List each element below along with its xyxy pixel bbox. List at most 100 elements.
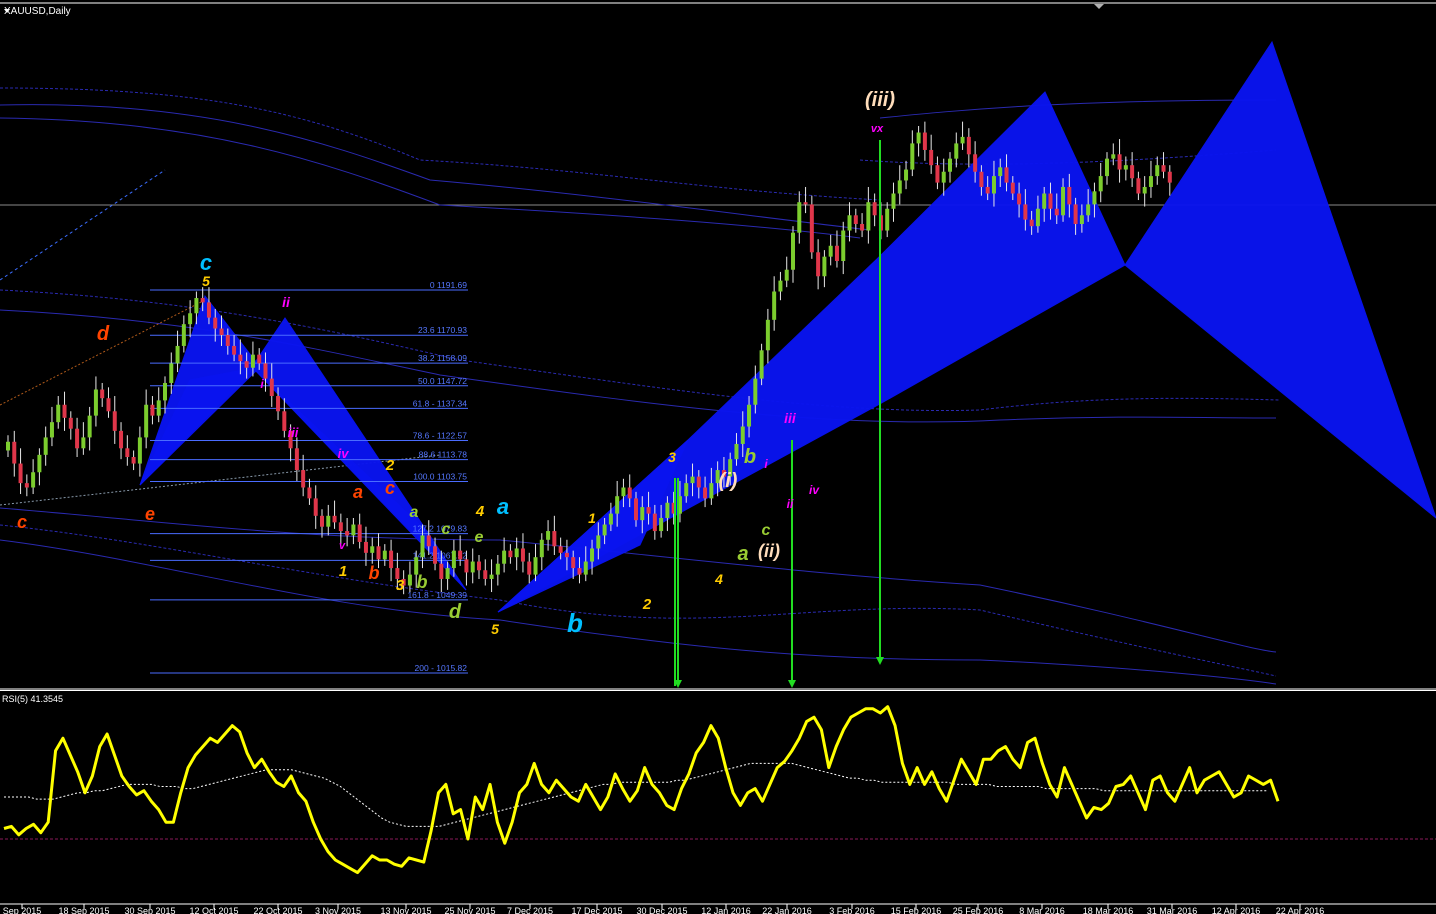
candle-body: [56, 404, 61, 423]
title-dropdown-icon: [4, 9, 10, 13]
candle-body: [338, 522, 343, 532]
x-tick-label: 7 Dec 2015: [507, 906, 553, 914]
candle-body: [546, 531, 551, 540]
wave-label: (ii): [758, 541, 780, 561]
candle-body: [778, 280, 783, 292]
candle-body: [458, 550, 463, 560]
candle-body: [1161, 165, 1166, 172]
candle-body: [451, 550, 456, 569]
wave-label: (iii): [865, 89, 895, 111]
candle-body: [847, 215, 852, 231]
candle-body: [634, 498, 638, 521]
x-axis: Sep 2015 18 Sep 2015 30 Sep 2015 12 Oct 201…: [3, 904, 1324, 914]
candle-body: [181, 324, 186, 346]
fib-level-label: 127.2 1079.83: [413, 524, 468, 534]
wave-label: d: [97, 323, 110, 345]
candle-body: [966, 136, 971, 155]
candle-body: [973, 154, 978, 172]
fib-level-label: 0 1191.69: [430, 280, 467, 290]
wave-label: 1: [588, 510, 596, 526]
candle-body: [552, 531, 557, 547]
candle-body: [200, 298, 205, 303]
wave-label: iii: [288, 425, 299, 440]
wave-label: c: [385, 478, 395, 498]
candle-body: [1111, 154, 1116, 159]
candle-body: [407, 574, 412, 586]
candle-body: [1004, 167, 1009, 183]
candle-body: [294, 448, 299, 471]
wave-label: iv: [338, 446, 350, 461]
candle-body: [954, 143, 959, 159]
candle-body: [307, 487, 312, 499]
candle-body: [527, 561, 532, 575]
candle-body: [495, 563, 500, 575]
envelope-band: [0, 539, 1277, 685]
candle-body: [627, 487, 632, 499]
candle-body: [1136, 178, 1141, 194]
candle-body: [225, 335, 230, 346]
wave-label: iv: [809, 483, 820, 497]
fib-level-label: 38.2 1158.09: [418, 353, 467, 363]
x-tick-label: 8 Mar 2016: [1019, 906, 1065, 914]
candle-body: [433, 546, 438, 564]
candle-body: [345, 531, 350, 536]
wave-label: b: [567, 608, 583, 638]
candle-body: [577, 568, 582, 575]
candle-body: [784, 269, 789, 281]
candle-body: [363, 541, 368, 553]
price-chart-svg[interactable]: 0 1191.69 23.6 1170.93 38.2 1158.09 50.0 11…: [0, 0, 1436, 914]
wave-label: v: [339, 540, 346, 552]
candle-body: [583, 561, 588, 575]
candle-body: [49, 422, 54, 438]
rsi-panel: [0, 705, 1436, 875]
candle-body: [357, 524, 362, 542]
candle-body: [326, 515, 331, 527]
candle-body: [206, 302, 211, 318]
candle-body: [169, 363, 174, 383]
candle-body: [81, 437, 86, 449]
wave-label: a: [737, 543, 748, 565]
candle-body: [502, 550, 507, 564]
scroll-marker-icon: [1094, 4, 1104, 9]
candle-body: [621, 487, 626, 497]
candle-body: [759, 350, 764, 379]
candle-body: [935, 165, 940, 183]
x-tick-label: 13 Nov 2015: [380, 906, 431, 914]
candle-body: [640, 507, 645, 521]
candle-body: [238, 354, 243, 362]
candle-body: [144, 404, 149, 438]
harmonic-pattern-shape: [1124, 40, 1436, 519]
x-tick-label: 15 Feb 2016: [891, 906, 942, 914]
candle-body: [740, 426, 745, 444]
candle-body: [1054, 208, 1059, 216]
x-tick-label: 17 Dec 2015: [571, 906, 622, 914]
wave-label: ii: [282, 294, 291, 310]
candle-body: [904, 169, 909, 181]
candle-body: [106, 398, 111, 412]
candle-body: [489, 574, 494, 579]
envelope-band: [0, 87, 881, 201]
wave-label: c: [762, 522, 771, 539]
candle-body: [156, 400, 161, 416]
candle-body: [137, 437, 142, 464]
envelope-band: [0, 117, 861, 239]
candle-body: [803, 202, 808, 205]
envelope-band: [879, 99, 1277, 119]
x-tick-label: 18 Mar 2016: [1083, 906, 1134, 914]
x-tick-label: 3 Feb 2016: [829, 906, 875, 914]
candle-body: [916, 132, 921, 144]
fib-level-label: 88.6 1113.78: [419, 450, 468, 460]
candle-body: [1167, 171, 1172, 183]
candle-body: [564, 552, 569, 558]
candle-body: [100, 389, 105, 399]
candle-body: [282, 411, 287, 431]
candle-body: [269, 378, 274, 397]
wave-label: 4: [714, 571, 723, 587]
x-tick-label: 22 Jan 2016: [762, 906, 812, 914]
candle-body: [276, 396, 281, 412]
candle-body: [320, 515, 324, 527]
candle-body: [659, 517, 664, 532]
candle-body: [1086, 204, 1091, 216]
candle-body: [213, 317, 218, 329]
candle-body: [985, 186, 990, 194]
